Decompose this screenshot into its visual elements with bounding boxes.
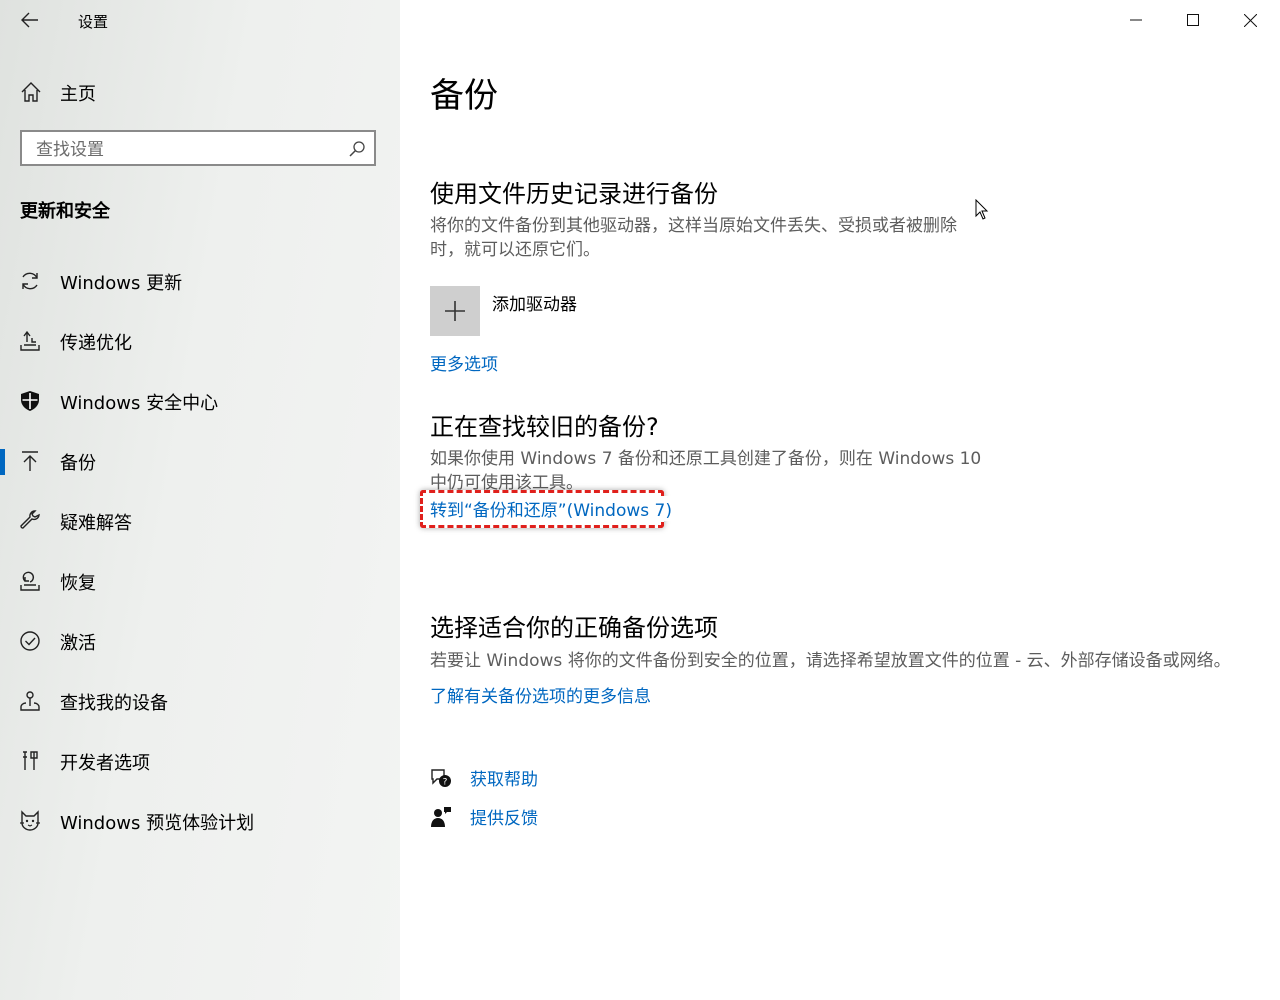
search-input[interactable] <box>34 137 338 163</box>
sidebar-item-label: Windows 安全中心 <box>60 393 219 414</box>
page-title: 备份 <box>430 76 498 116</box>
recovery-icon <box>20 571 40 591</box>
window-title: 设置 <box>78 13 109 31</box>
minimize-icon <box>1130 19 1142 21</box>
sidebar-item-find-my-device[interactable]: 查找我的设备 <box>0 671 400 731</box>
feedback-person-icon <box>431 806 451 827</box>
backup-restore-windows7-link[interactable]: 转到“备份和还原”(Windows 7) <box>430 496 676 521</box>
get-help-label: 获取帮助 <box>470 770 538 790</box>
sidebar-item-label: Windows 预览体验计划 <box>60 813 255 834</box>
sidebar-item-delivery-optimization[interactable]: 传递优化 <box>0 311 400 371</box>
check-circle-icon <box>20 631 40 651</box>
sidebar-item-label: 备份 <box>60 453 96 474</box>
search-icon[interactable] <box>348 140 366 158</box>
more-options-link[interactable]: 更多选项 <box>430 350 498 375</box>
sidebar-item-backup[interactable]: 备份 <box>0 431 400 491</box>
sidebar-item-label: 传递优化 <box>60 333 132 354</box>
back-button[interactable] <box>14 6 46 34</box>
maximize-button[interactable] <box>1165 0 1221 40</box>
add-drive-button[interactable]: 添加驱动器 <box>430 286 577 336</box>
add-drive-label: 添加驱动器 <box>492 295 577 315</box>
sidebar-item-windows-update[interactable]: Windows 更新 <box>0 251 400 311</box>
developer-tools-icon <box>23 751 38 770</box>
sidebar-nav: Windows 更新 传递优化 Windows 安全中心 备份 疑难解答 恢复 … <box>0 251 400 851</box>
sidebar-item-insider-program[interactable]: Windows 预览体验计划 <box>0 791 400 851</box>
sidebar-item-label: 恢复 <box>60 573 96 594</box>
file-history-description-line2: 时，就可以还原它们。 <box>430 240 600 260</box>
sidebar-item-label: 疑难解答 <box>60 513 132 534</box>
choose-option-description: 若要让 Windows 将你的文件备份到安全的位置，请选择希望放置文件的位置 -… <box>430 651 1231 671</box>
file-history-heading: 使用文件历史记录进行备份 <box>430 180 718 208</box>
close-button[interactable] <box>1222 0 1278 40</box>
sidebar-item-label: 激活 <box>60 633 96 654</box>
sidebar-item-label: 开发者选项 <box>60 753 150 774</box>
feedback-label: 提供反馈 <box>470 809 538 829</box>
sidebar-item-activation[interactable]: 激活 <box>0 611 400 671</box>
section-title: 更新和安全 <box>20 201 110 222</box>
wrench-icon <box>20 510 40 529</box>
plus-icon <box>430 286 480 336</box>
sidebar-item-label: 查找我的设备 <box>60 693 168 714</box>
shield-icon <box>21 391 39 411</box>
older-backup-heading: 正在查找较旧的备份? <box>430 413 659 441</box>
close-icon <box>1243 13 1257 27</box>
insider-cat-icon <box>20 810 40 831</box>
help-chat-icon: ? <box>431 768 451 787</box>
choose-option-heading: 选择适合你的正确备份选项 <box>430 614 718 642</box>
home-icon <box>21 82 41 102</box>
svg-text:?: ? <box>443 777 448 787</box>
older-backup-description-line1: 如果你使用 Windows 7 备份和还原工具创建了备份，则在 Windows … <box>430 449 982 469</box>
delivery-optimization-icon <box>20 330 40 351</box>
sidebar: 设置 主页 更新和安全 Windows 更新 传递优化 <box>0 0 400 1000</box>
minimize-button[interactable] <box>1108 0 1164 40</box>
sidebar-item-label: 主页 <box>60 84 96 105</box>
sidebar-item-label: Windows 更新 <box>60 273 183 294</box>
mouse-cursor-icon <box>975 199 989 220</box>
sidebar-item-troubleshoot[interactable]: 疑难解答 <box>0 491 400 551</box>
feedback-link[interactable]: 提供反馈 <box>430 804 538 829</box>
search-box[interactable] <box>20 130 376 166</box>
back-arrow-icon <box>21 12 38 28</box>
main-content: 备份 使用文件历史记录进行备份 将你的文件备份到其他驱动器，这样当原始文件丢失、… <box>400 0 1280 1000</box>
sidebar-item-security-center[interactable]: Windows 安全中心 <box>0 371 400 431</box>
learn-more-backup-link[interactable]: 了解有关备份选项的更多信息 <box>430 682 651 707</box>
sidebar-item-developer-options[interactable]: 开发者选项 <box>0 731 400 791</box>
get-help-link[interactable]: ? 获取帮助 <box>430 765 538 790</box>
find-device-icon <box>20 691 40 711</box>
maximize-icon <box>1187 14 1199 26</box>
sync-icon <box>22 272 38 290</box>
sidebar-item-home[interactable]: 主页 <box>0 70 400 112</box>
backup-arrow-icon <box>22 451 38 471</box>
file-history-description-line1: 将你的文件备份到其他驱动器，这样当原始文件丢失、受损或者被删除 <box>430 216 957 236</box>
sidebar-item-recovery[interactable]: 恢复 <box>0 551 400 611</box>
